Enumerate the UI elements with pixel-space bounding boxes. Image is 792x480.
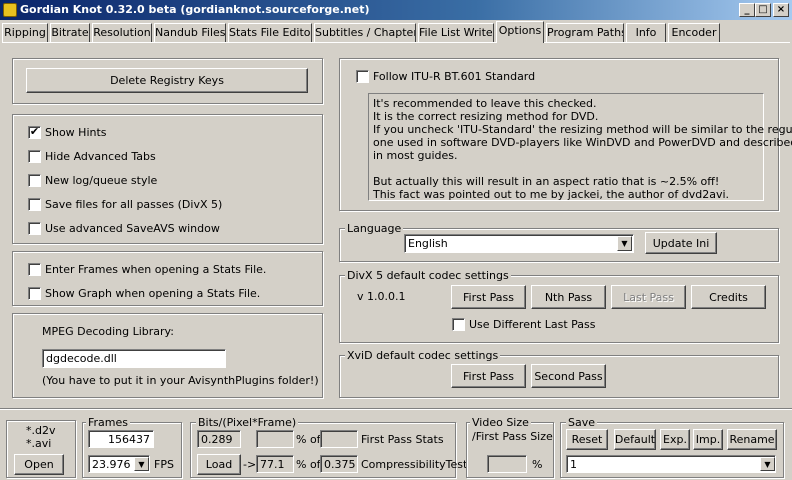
new-log-label: New log/queue style bbox=[45, 174, 158, 187]
bits-value: 0.289 bbox=[197, 430, 241, 448]
tab-subtitles-chapters[interactable]: Subtitles / Chapters bbox=[314, 23, 416, 42]
first-pass-value-field bbox=[320, 430, 358, 448]
divx-version: v 1.0.0.1 bbox=[357, 290, 406, 303]
tab-nandub-files[interactable]: Nandub Files bbox=[154, 23, 226, 42]
compressibility-test-label: CompressibilityTest bbox=[361, 458, 468, 471]
minimize-button[interactable]: _ bbox=[739, 3, 755, 17]
itu-line: This fact was pointed out to me by jacke… bbox=[373, 188, 730, 201]
advanced-saveavs-checkbox[interactable] bbox=[28, 222, 41, 235]
show-hints-label: Show Hints bbox=[45, 126, 107, 139]
use-different-last-pass-label: Use Different Last Pass bbox=[469, 318, 596, 331]
hide-advanced-tabs-checkbox[interactable] bbox=[28, 150, 41, 163]
divx-nth-pass-button[interactable]: Nth Pass bbox=[531, 285, 606, 309]
advanced-saveavs-label: Use advanced SaveAVS window bbox=[45, 222, 220, 235]
close-button[interactable]: × bbox=[773, 3, 789, 17]
itu-line: one used in software DVD-players like Wi… bbox=[373, 136, 792, 149]
use-different-last-pass-checkbox[interactable] bbox=[452, 318, 465, 331]
divx-first-pass-button[interactable]: First Pass bbox=[451, 285, 526, 309]
video-size-label: Video Size bbox=[470, 416, 531, 429]
new-log-checkbox[interactable] bbox=[28, 174, 41, 187]
language-label: Language bbox=[345, 222, 404, 235]
tab-options[interactable]: Options bbox=[496, 21, 544, 43]
divx-last-pass-button[interactable]: Last Pass bbox=[611, 285, 686, 309]
rename-button[interactable]: Rename bbox=[727, 429, 777, 450]
chevron-down-icon[interactable]: ▼ bbox=[134, 457, 149, 471]
default-button[interactable]: Default bbox=[614, 429, 656, 450]
bottom-separator-highlight bbox=[0, 409, 792, 410]
save-label: Save bbox=[566, 416, 598, 429]
xvid-label: XviD default codec settings bbox=[345, 349, 501, 362]
ext-d2v-label: *.d2v bbox=[26, 424, 56, 437]
save-select[interactable]: 1 bbox=[566, 455, 776, 473]
show-graph-label: Show Graph when opening a Stats File. bbox=[45, 287, 261, 300]
itu-line bbox=[373, 162, 759, 175]
tab-stats-file-editor[interactable]: Stats File Editor bbox=[228, 23, 312, 42]
arrow-label: -> bbox=[243, 458, 257, 471]
enter-frames-checkbox[interactable] bbox=[28, 263, 41, 276]
itu-line: in most guides. bbox=[373, 149, 458, 162]
divx-credits-button[interactable]: Credits bbox=[691, 285, 766, 309]
enter-frames-label: Enter Frames when opening a Stats File. bbox=[45, 263, 267, 276]
pct-of-label-2: % of bbox=[296, 458, 321, 471]
pct-label: % bbox=[532, 458, 543, 471]
frames-input[interactable]: 156437 bbox=[88, 430, 154, 448]
xvid-second-pass-button[interactable]: Second Pass bbox=[531, 364, 606, 388]
title-bar[interactable]: Gordian Knot 0.32.0 beta (gordianknot.so… bbox=[0, 0, 792, 20]
show-graph-checkbox[interactable] bbox=[28, 287, 41, 300]
window-title: Gordian Knot 0.32.0 beta (gordianknot.so… bbox=[20, 3, 370, 16]
compress-pct-field: 77.1 bbox=[256, 455, 294, 473]
video-size-field bbox=[487, 455, 527, 473]
tab-resolution[interactable]: Resolution bbox=[92, 23, 152, 42]
maximize-button[interactable]: □ bbox=[755, 3, 771, 17]
tab-ripping[interactable]: Ripping bbox=[2, 23, 48, 42]
fps-label: FPS bbox=[154, 458, 174, 471]
delete-registry-keys-button[interactable]: Delete Registry Keys bbox=[26, 68, 308, 93]
app-icon bbox=[3, 3, 17, 17]
follow-itu-checkbox[interactable] bbox=[356, 70, 369, 83]
itu-line: It's recommended to leave this checked. bbox=[373, 97, 597, 110]
xvid-first-pass-button[interactable]: First Pass bbox=[451, 364, 526, 388]
load-button[interactable]: Load bbox=[197, 454, 241, 475]
hide-advanced-tabs-label: Hide Advanced Tabs bbox=[45, 150, 156, 163]
mpeg-library-input[interactable]: dgdecode.dll bbox=[42, 349, 226, 368]
bits-label: Bits/(Pixel*Frame) bbox=[196, 416, 299, 429]
save-files-checkbox[interactable] bbox=[28, 198, 41, 211]
tab-encoder[interactable]: Encoder bbox=[668, 23, 720, 42]
open-button[interactable]: Open bbox=[14, 454, 64, 475]
tab-file-list-writer[interactable]: File List Writer bbox=[418, 23, 494, 42]
ext-avi-label: *.avi bbox=[26, 437, 52, 450]
divx-label: DivX 5 default codec settings bbox=[345, 269, 511, 282]
compress-value-field: 0.375 bbox=[320, 455, 358, 473]
mpeg-note: (You have to put it in your AvisynthPlug… bbox=[42, 374, 319, 387]
frames-label: Frames bbox=[86, 416, 131, 429]
mpeg-label: MPEG Decoding Library: bbox=[42, 325, 174, 338]
first-pass-stats-label: First Pass Stats bbox=[361, 433, 444, 446]
tab-program-paths[interactable]: Program Paths bbox=[546, 23, 624, 42]
follow-itu-label: Follow ITU-R BT.601 Standard bbox=[373, 70, 536, 83]
first-pass-size-label: /First Pass Size bbox=[472, 430, 553, 443]
language-select[interactable]: English bbox=[404, 234, 634, 253]
tab-info[interactable]: Info bbox=[626, 23, 666, 42]
itu-line: But actually this will result in an aspe… bbox=[373, 175, 720, 188]
save-files-label: Save files for all passes (DivX 5) bbox=[45, 198, 223, 211]
pct-of-label: % of bbox=[296, 433, 321, 446]
itu-line: If you uncheck 'ITU-Standard' the resizi… bbox=[373, 123, 792, 136]
tab-bitrate[interactable]: Bitrate bbox=[50, 23, 90, 42]
itu-info-text: It's recommended to leave this checked. … bbox=[368, 93, 792, 201]
reset-button[interactable]: Reset bbox=[566, 429, 608, 450]
tab-divider bbox=[2, 42, 790, 43]
chevron-down-icon[interactable]: ▼ bbox=[617, 236, 632, 251]
import-button[interactable]: Imp. bbox=[693, 429, 723, 450]
chevron-down-icon[interactable]: ▼ bbox=[760, 457, 775, 471]
first-pass-pct-field bbox=[256, 430, 294, 448]
update-ini-button[interactable]: Update Ini bbox=[645, 232, 717, 254]
show-hints-checkbox[interactable]: ✔ bbox=[28, 126, 41, 139]
export-button[interactable]: Exp. bbox=[660, 429, 690, 450]
itu-line: It is the correct resizing method for DV… bbox=[373, 110, 599, 123]
